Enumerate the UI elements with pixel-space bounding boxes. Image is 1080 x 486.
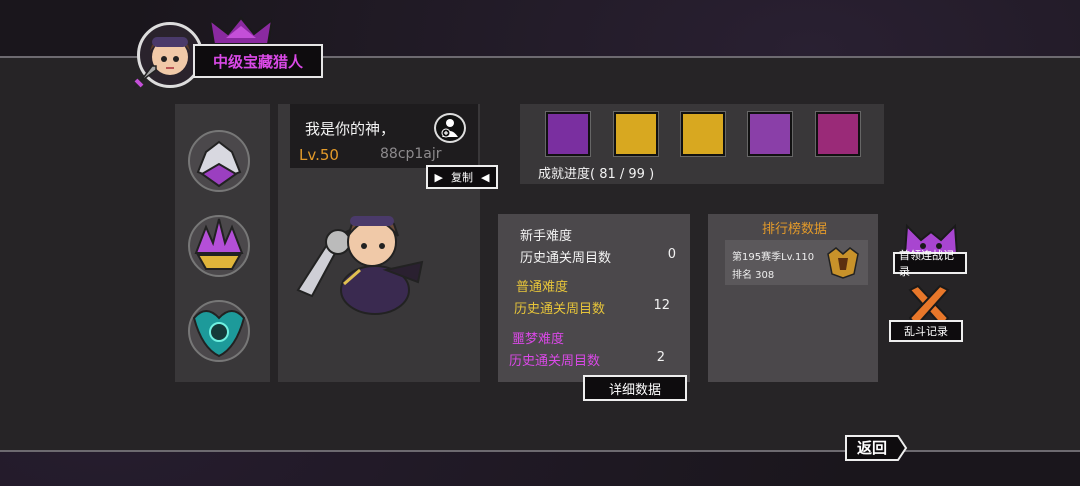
novice-title: 新手难度 xyxy=(520,229,573,244)
ranking-title: 排行榜数据 xyxy=(762,222,828,237)
gold-warrior-achievement-icon[interactable] xyxy=(681,112,725,156)
achievement-progress: 成就进度( 81 / 99 ) xyxy=(538,167,655,182)
detail-data-label: 详细数据 xyxy=(608,382,661,398)
normal-row-label: 历史通关周目数 xyxy=(514,302,606,317)
back-button[interactable]: 返回 xyxy=(848,436,896,458)
copy-uid-button[interactable]: ▶ 复制 ◀ xyxy=(426,165,498,189)
purple-monster-achievement-icon[interactable] xyxy=(748,112,792,156)
ranking-position: 排名 308 xyxy=(732,270,775,281)
boss-streak-record-button[interactable]: 首领连战记录 xyxy=(893,249,967,278)
teal-emblem-medal-icon[interactable] xyxy=(186,298,252,364)
rank-crest-icon xyxy=(827,247,859,279)
gold-beast-achievement-icon[interactable] xyxy=(614,112,658,156)
pink-dragon-achievement-icon[interactable] xyxy=(816,112,860,156)
normal-title: 普通难度 xyxy=(516,280,569,295)
normal-value: 12 xyxy=(653,298,670,313)
player-nickname: 我是你的神， xyxy=(305,120,396,138)
ranking-season: 第195赛季Lv.110 xyxy=(732,252,815,263)
copy-label: 复制 xyxy=(451,171,473,184)
demon-horn-icon xyxy=(210,16,272,45)
nightmare-title: 噩梦难度 xyxy=(512,332,565,347)
player-title: 中级宝藏猎人 xyxy=(212,52,303,71)
brawl-record-button[interactable]: 乱斗记录 xyxy=(889,320,963,342)
sword-icon xyxy=(133,65,157,89)
detail-data-button[interactable]: 详细数据 xyxy=(583,375,687,401)
nightmare-value: 2 xyxy=(656,350,665,365)
brawl-label: 乱斗记录 xyxy=(904,325,948,338)
player-uid: 88cp1ajr xyxy=(380,146,442,162)
nightmare-row-label: 历史通关周目数 xyxy=(509,354,601,369)
boss-streak-label: 首领连战记录 xyxy=(899,249,954,278)
player-level: Lv.50 xyxy=(299,146,339,164)
novice-row-label: 历史通关周目数 xyxy=(520,251,612,266)
purple-reaper-achievement-icon[interactable] xyxy=(546,112,590,156)
purple-crystal-medal-icon[interactable] xyxy=(186,213,252,279)
hero-character-icon xyxy=(296,216,424,315)
player-title-plate: 中级宝藏猎人 xyxy=(193,44,323,78)
novice-value: 0 xyxy=(667,247,676,262)
triangle-right-icon: ▶ xyxy=(434,170,443,184)
add-friend-button[interactable] xyxy=(434,113,466,143)
add-friend-icon xyxy=(441,119,458,138)
silver-dragon-medal-icon[interactable] xyxy=(186,128,252,194)
triangle-left-icon: ◀ xyxy=(481,170,490,184)
